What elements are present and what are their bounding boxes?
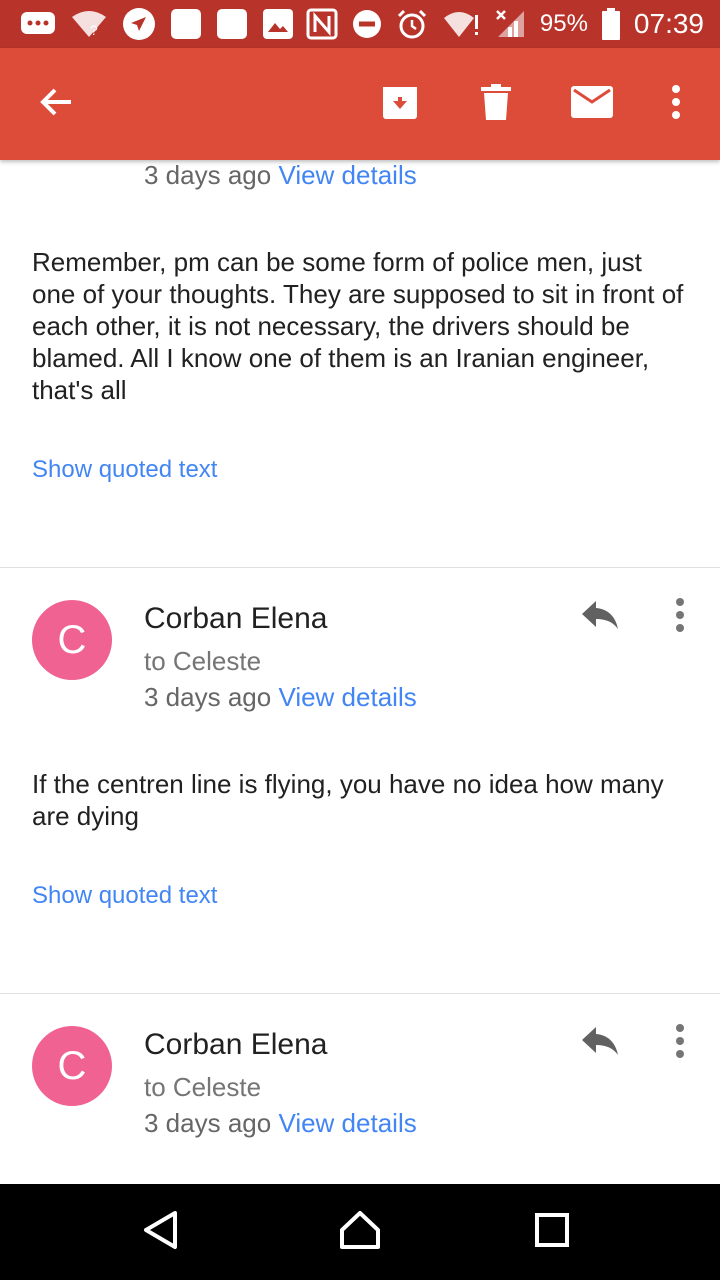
- chat-icon: [20, 11, 56, 37]
- svg-text:?: ?: [90, 22, 98, 38]
- nfc-icon: [306, 8, 338, 40]
- wifi-icon: [442, 9, 480, 39]
- more-vert-icon: [675, 597, 685, 637]
- avatar[interactable]: C: [32, 600, 112, 680]
- reply-icon: [581, 1026, 619, 1061]
- app-square-icon: [170, 8, 202, 40]
- reply-button[interactable]: [570, 592, 630, 642]
- alarm-icon: [396, 8, 428, 40]
- message-meta: 3 days ago View details: [144, 1108, 417, 1139]
- view-details-link[interactable]: View details: [278, 1108, 416, 1138]
- battery-percent: 95%: [539, 10, 588, 37]
- archive-button[interactable]: [360, 48, 440, 160]
- avatar[interactable]: C: [32, 1026, 112, 1106]
- do-not-disturb-icon: [352, 9, 382, 39]
- message-time: 3 days ago: [144, 160, 272, 190]
- message-time: 3 days ago: [144, 1108, 272, 1138]
- delete-icon: [481, 83, 511, 125]
- reply-button[interactable]: [570, 1018, 630, 1068]
- navigation-bar: [0, 1184, 720, 1280]
- conversation-thread: 3 days ago View details Remember, pm can…: [0, 160, 720, 1184]
- battery-icon: [601, 8, 620, 40]
- view-details-link[interactable]: View details: [278, 682, 416, 712]
- home-icon: [339, 1210, 381, 1255]
- back-arrow-icon: [38, 84, 74, 125]
- message-meta: 3 days ago View details: [144, 682, 417, 713]
- message-meta: 3 days ago View details: [144, 160, 417, 191]
- recipient[interactable]: to Celeste: [144, 1072, 261, 1103]
- wifi-question-icon: ?: [70, 9, 108, 39]
- nav-recents-button[interactable]: [504, 1184, 600, 1280]
- message-divider: [0, 567, 720, 568]
- message-body: If the centren line is flying, you have …: [32, 769, 664, 831]
- clock: 07:39: [633, 8, 704, 39]
- delete-button[interactable]: [456, 48, 536, 160]
- gallery-icon: [262, 8, 294, 40]
- more-vert-icon: [675, 1023, 685, 1063]
- message-divider: [0, 993, 720, 994]
- message-time: 3 days ago: [144, 682, 272, 712]
- sender-name: Corban Elena: [144, 1028, 328, 1061]
- message-more-button[interactable]: [660, 592, 700, 642]
- recents-icon: [535, 1212, 569, 1252]
- view-details-link[interactable]: View details: [278, 160, 416, 190]
- more-vert-icon: [671, 84, 681, 124]
- app-square-icon: [216, 8, 248, 40]
- show-quoted-text-link[interactable]: Show quoted text: [32, 882, 217, 910]
- signal-icon: [494, 9, 526, 39]
- message-more-button[interactable]: [660, 1018, 700, 1068]
- archive-icon: [381, 83, 419, 126]
- mark-unread-button[interactable]: [552, 48, 632, 160]
- reply-icon: [581, 600, 619, 635]
- navigation-icon: [122, 7, 156, 41]
- status-bar: ? 95% 07:39: [0, 0, 720, 48]
- show-quoted-text-link[interactable]: Show quoted text: [32, 456, 217, 484]
- more-options-button[interactable]: [636, 48, 716, 160]
- nav-home-button[interactable]: [312, 1184, 408, 1280]
- back-triangle-icon: [142, 1210, 178, 1255]
- message-body: Remember, pm can be some form of police …: [32, 247, 684, 405]
- back-button[interactable]: [16, 48, 96, 160]
- recipient[interactable]: to Celeste: [144, 646, 261, 677]
- sender-name: Corban Elena: [144, 602, 328, 635]
- mark-unread-icon: [571, 85, 613, 123]
- nav-back-button[interactable]: [112, 1184, 208, 1280]
- app-bar: [0, 48, 720, 160]
